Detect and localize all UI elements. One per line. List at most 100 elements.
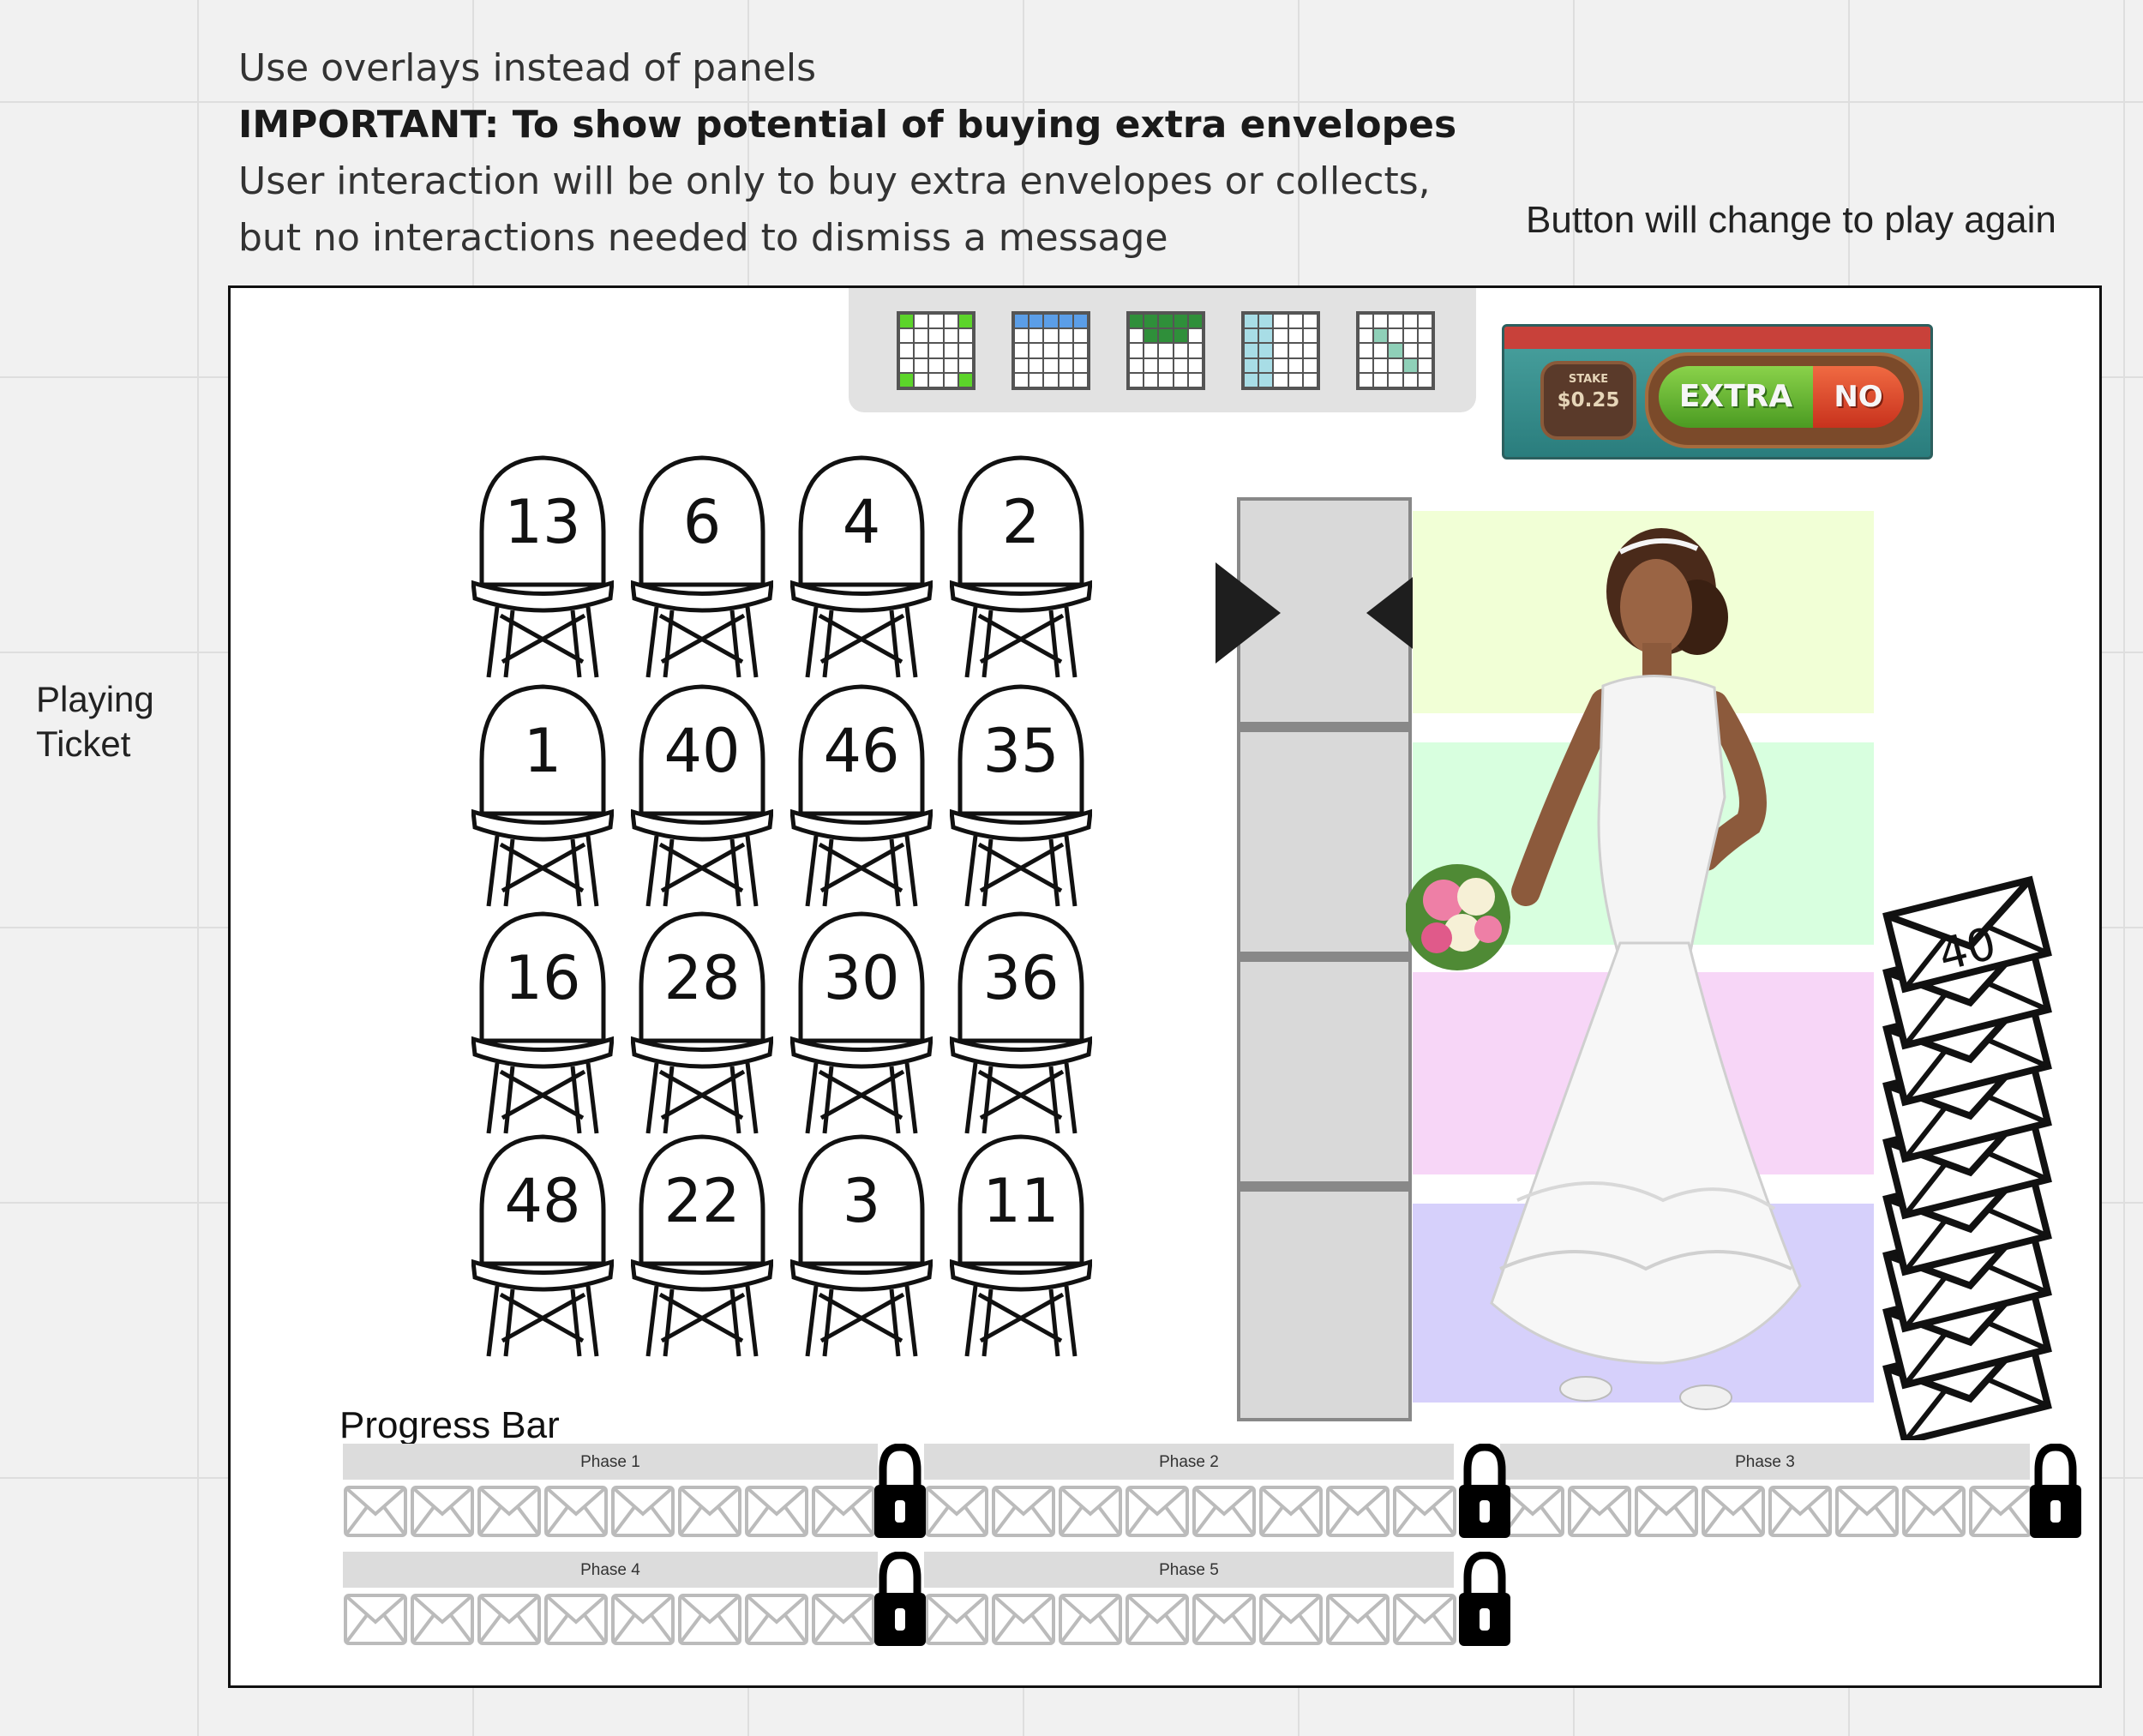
pattern-cell	[1258, 372, 1274, 387]
pattern-cell	[1072, 343, 1088, 358]
pattern-cell	[1388, 328, 1403, 344]
pattern-top-block[interactable]	[1126, 311, 1205, 390]
chair-seat[interactable]: 6	[630, 454, 774, 682]
envelope-slot-icon	[811, 1485, 878, 1538]
pattern-cell	[1058, 357, 1073, 373]
note-line-2: IMPORTANT: To show potential of buying e…	[238, 103, 1457, 147]
pattern-cell	[1288, 357, 1303, 373]
pattern-corners[interactable]	[897, 311, 975, 390]
pattern-cell	[1288, 372, 1303, 387]
envelope-slot-icon	[1058, 1593, 1125, 1646]
pattern-cell	[1359, 314, 1374, 329]
pattern-cell	[1388, 372, 1403, 387]
pattern-cell	[1288, 314, 1303, 329]
chair-seat[interactable]: 35	[949, 683, 1093, 910]
stake-selector[interactable]: STAKE $0.25	[1540, 361, 1636, 440]
chair-seat[interactable]: 36	[949, 910, 1093, 1138]
pattern-cell	[1014, 343, 1029, 358]
pattern-cell	[1258, 328, 1274, 344]
pattern-cell	[1302, 357, 1318, 373]
pattern-cell	[1144, 343, 1159, 358]
chair-number: 6	[682, 487, 722, 557]
pattern-cell	[1417, 357, 1432, 373]
pattern-cell	[957, 328, 973, 344]
extra-button[interactable]: EXTRA	[1659, 366, 1813, 428]
chair-seat[interactable]: 46	[789, 683, 933, 910]
chair-number: 35	[982, 716, 1059, 786]
envelope-slot-icon	[610, 1593, 677, 1646]
pattern-cell	[1244, 314, 1259, 329]
chair-seat[interactable]: 30	[789, 910, 933, 1138]
bride-character	[1406, 528, 1802, 1410]
chair-seat[interactable]: 28	[630, 910, 774, 1138]
envelope-slot-icon	[1968, 1485, 2035, 1538]
chair-number: 16	[504, 943, 581, 1013]
playing-ticket-label: Playing Ticket	[36, 679, 154, 764]
pattern-cell	[1258, 357, 1274, 373]
pattern-left-columns[interactable]	[1241, 311, 1320, 390]
pattern-cell	[1129, 357, 1144, 373]
progress-phase: Phase 2	[924, 1444, 1456, 1538]
envelope-slot-icon	[744, 1593, 811, 1646]
phase-envelope-row	[924, 1485, 1459, 1538]
pattern-cell	[1359, 343, 1374, 358]
phase-lock-icon	[1457, 1551, 1512, 1648]
chair-number: 13	[504, 487, 581, 557]
pattern-diagonal[interactable]	[1356, 311, 1435, 390]
pattern-cell	[1187, 357, 1203, 373]
progress-phase: Phase 1	[343, 1444, 878, 1538]
envelope-slot-icon	[410, 1593, 477, 1646]
chair-seat[interactable]: 2	[949, 454, 1093, 682]
envelope-slot-icon	[410, 1485, 477, 1538]
envelope-slot-icon	[1701, 1485, 1768, 1538]
chair-seat[interactable]: 3	[789, 1133, 933, 1361]
envelope-slot-icon	[1392, 1485, 1459, 1538]
pattern-cell	[914, 357, 929, 373]
chair-seat[interactable]: 16	[471, 910, 615, 1138]
pattern-cell	[1417, 343, 1432, 358]
chair-seat[interactable]: 4	[789, 454, 933, 682]
pattern-cell	[1273, 343, 1288, 358]
extra-no-toggle: EXTRA NO	[1645, 352, 1923, 448]
chair-seat[interactable]: 13	[471, 454, 615, 682]
no-button[interactable]: NO	[1813, 366, 1904, 428]
pattern-cell	[1359, 372, 1374, 387]
chair-seat[interactable]: 11	[949, 1133, 1093, 1361]
chair-seat[interactable]: 22	[630, 1133, 774, 1361]
envelope-slot-icon	[343, 1593, 410, 1646]
chair-number: 46	[823, 716, 900, 786]
pattern-cell	[1373, 343, 1389, 358]
pattern-cell	[1129, 343, 1144, 358]
pattern-top-row[interactable]	[1011, 311, 1090, 390]
pattern-cell	[1173, 357, 1188, 373]
envelope-slot-icon	[677, 1485, 744, 1538]
pattern-cell	[1417, 314, 1432, 329]
pattern-cell	[1058, 314, 1073, 329]
chair-number: 48	[504, 1166, 581, 1236]
chair-seat[interactable]: 40	[630, 683, 774, 910]
slot-divider	[1240, 722, 1408, 732]
pattern-cell	[1258, 314, 1274, 329]
chair-seat[interactable]: 1	[471, 683, 615, 910]
pattern-cell	[928, 343, 944, 358]
progress-phase: Phase 4	[343, 1552, 878, 1646]
pattern-cell	[899, 314, 915, 329]
pattern-cell	[1302, 372, 1318, 387]
pattern-cell	[1273, 372, 1288, 387]
pattern-cell	[1158, 328, 1174, 344]
pattern-cell	[1373, 314, 1389, 329]
envelope-slot-icon	[1325, 1593, 1392, 1646]
note-button-change: Button will change to play again	[1526, 199, 2056, 241]
envelope-slot-icon	[991, 1593, 1058, 1646]
pattern-cell	[1244, 357, 1259, 373]
chair-seat[interactable]: 48	[471, 1133, 615, 1361]
pattern-cell	[899, 372, 915, 387]
chair-number: 22	[663, 1166, 741, 1236]
envelope-slot-icon	[477, 1485, 543, 1538]
phase-envelope-row	[1500, 1485, 2035, 1538]
pattern-cell	[1029, 372, 1044, 387]
pattern-cell	[1029, 314, 1044, 329]
pattern-cell	[1402, 328, 1418, 344]
pattern-cell	[1302, 343, 1318, 358]
envelope-slot-icon	[1258, 1593, 1325, 1646]
